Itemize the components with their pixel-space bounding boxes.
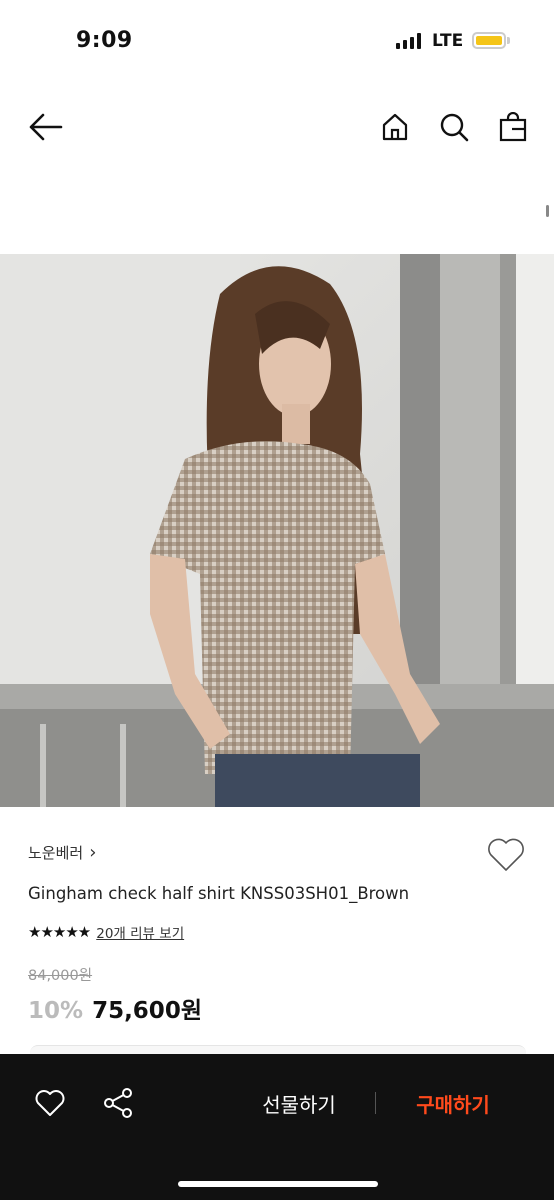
product-name: Gingham check half shirt KNSS03SH01_Brow…: [28, 884, 410, 903]
gift-button[interactable]: 선물하기: [238, 1084, 360, 1122]
buy-button[interactable]: 구매하기: [395, 1084, 511, 1122]
status-bar: 9:09 LTE: [0, 0, 554, 84]
status-time: 9:09: [76, 28, 133, 53]
bottom-action-bar: 선물하기 구매하기: [0, 1054, 554, 1200]
search-button[interactable]: [434, 107, 474, 147]
home-button[interactable]: [375, 107, 415, 147]
search-icon: [440, 113, 469, 142]
wishlist-button[interactable]: [486, 836, 526, 874]
price-row: 10% 75,600원: [28, 991, 202, 1025]
review-link[interactable]: 20개 리뷰 보기: [96, 922, 184, 942]
chevron-right-icon: ›: [89, 842, 97, 863]
battery-cap: [507, 37, 510, 44]
heart-icon: [488, 838, 524, 871]
share-button[interactable]: [100, 1085, 136, 1121]
network-type: LTE: [432, 31, 464, 51]
heart-icon: [35, 1090, 65, 1116]
share-icon: [104, 1088, 132, 1118]
home-icon: [382, 113, 408, 141]
discount-rate: 10%: [28, 998, 84, 1024]
top-nav: [0, 95, 554, 159]
product-photo: [0, 254, 554, 807]
back-button[interactable]: [25, 107, 65, 147]
battery-icon: [472, 32, 506, 49]
shopping-bag-icon: [499, 112, 527, 142]
brand-link[interactable]: 노운베러 ›: [28, 842, 96, 863]
product-image[interactable]: [0, 254, 554, 807]
original-price: 84,000원: [28, 968, 93, 984]
rating-stars: ★★★★★: [28, 923, 91, 941]
scroll-indicator: [546, 205, 549, 217]
home-indicator: [178, 1181, 378, 1187]
signal-icon: [396, 32, 421, 49]
sale-price: 75,600원: [92, 998, 202, 1024]
rating-row: ★★★★★ 20개 리뷰 보기: [28, 922, 184, 942]
brand-name: 노운베러: [28, 844, 84, 862]
back-arrow-icon: [29, 113, 63, 141]
bottom-wishlist-button[interactable]: [32, 1085, 68, 1121]
action-divider: [375, 1092, 376, 1114]
cart-button[interactable]: [493, 107, 533, 147]
